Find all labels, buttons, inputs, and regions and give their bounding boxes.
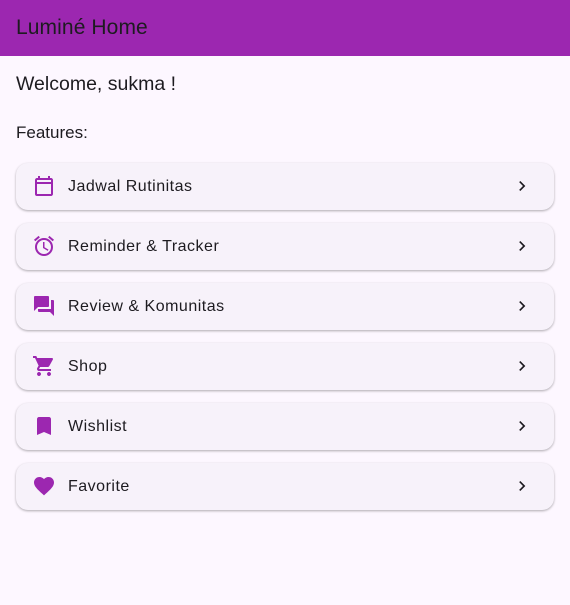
cart-icon <box>32 354 56 378</box>
app-bar: Luminé Home <box>0 0 570 56</box>
feature-label: Reminder & Tracker <box>68 237 220 255</box>
feature-item-review-komunitas[interactable]: Review & Komunitas <box>16 283 554 330</box>
chevron-right-icon <box>519 481 526 491</box>
feature-label: Wishlist <box>68 417 128 435</box>
welcome-text: Welcome, sukma ! <box>16 73 177 95</box>
chevron-right-icon <box>519 421 526 431</box>
feature-label: Review & Komunitas <box>68 297 225 315</box>
features-heading: Features: <box>16 123 88 142</box>
chevron-right-icon <box>519 181 526 191</box>
app-title: Luminé Home <box>16 16 148 39</box>
chevron-right-icon <box>519 301 526 311</box>
feature-label: Favorite <box>68 477 130 495</box>
chevron-right-icon <box>519 241 526 251</box>
feature-item-shop[interactable]: Shop <box>16 343 554 390</box>
chevron-right-icon <box>519 361 526 371</box>
features-list: Jadwal Rutinitas Reminder & Tracker Revi… <box>16 163 554 523</box>
feature-item-wishlist[interactable]: Wishlist <box>16 403 554 450</box>
feature-label: Jadwal Rutinitas <box>68 177 193 195</box>
heart-icon <box>32 474 56 498</box>
feature-item-favorite[interactable]: Favorite <box>16 463 554 510</box>
feature-item-jadwal-rutinitas[interactable]: Jadwal Rutinitas <box>16 163 554 210</box>
feature-item-reminder-tracker[interactable]: Reminder & Tracker <box>16 223 554 270</box>
calendar-icon <box>32 174 56 198</box>
alarm-icon <box>32 234 56 258</box>
forum-icon <box>32 294 56 318</box>
bookmark-icon <box>32 414 56 438</box>
feature-label: Shop <box>68 357 108 375</box>
